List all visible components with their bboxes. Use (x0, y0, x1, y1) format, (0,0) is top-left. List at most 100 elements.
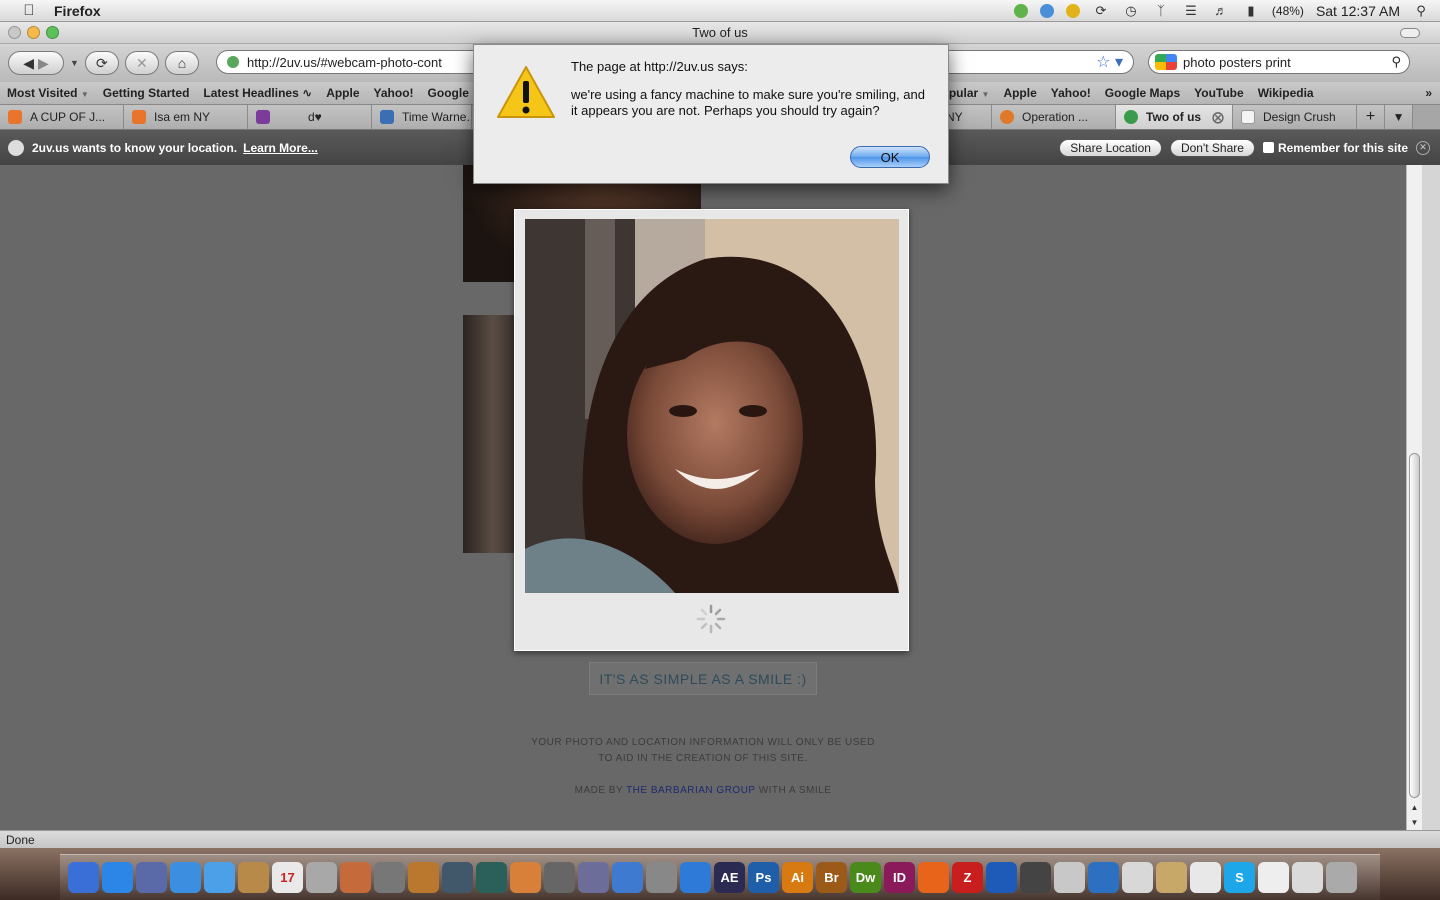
dock-app-icon[interactable] (136, 862, 167, 893)
dock-app-icon[interactable] (306, 862, 337, 893)
battery-icon[interactable]: ▮ (1242, 3, 1260, 19)
back-forward-buttons[interactable]: ◀ ▶ (8, 51, 64, 75)
close-notification-icon[interactable]: ✕ (1416, 140, 1430, 155)
bookmark-most-visited[interactable]: Most Visited ▼ (0, 86, 96, 100)
bookmark-yahoo[interactable]: Yahoo! (367, 86, 421, 100)
wifi-icon[interactable]: ☰ (1182, 3, 1200, 19)
tab-two-of-us[interactable]: Two of us ⨂ (1116, 105, 1233, 129)
learn-more-link[interactable]: Learn More... (243, 141, 318, 155)
dock-app-icon[interactable] (544, 862, 575, 893)
checkbox-icon[interactable] (1262, 142, 1274, 153)
bookmark-wikipedia[interactable]: Wikipedia (1251, 86, 1321, 100)
dock-app-icon[interactable]: Ps (748, 862, 779, 893)
dock-app-icon[interactable] (1054, 862, 1085, 893)
dock-app-icon[interactable] (68, 862, 99, 893)
dock-app-icon[interactable] (374, 862, 405, 893)
bookmark-apple-2[interactable]: Apple (996, 86, 1043, 100)
history-dropdown-icon[interactable]: ▼ (70, 58, 79, 68)
dock-app-icon[interactable] (408, 862, 439, 893)
forward-icon[interactable]: ▶ (38, 55, 49, 72)
dock-app-icon[interactable]: Br (816, 862, 847, 893)
dock-app-icon[interactable] (1020, 862, 1051, 893)
tab-design-crush[interactable]: Design Crush (1233, 105, 1357, 129)
evernote-icon[interactable] (1013, 3, 1028, 18)
dock-app-icon[interactable] (1190, 862, 1221, 893)
adium-icon[interactable] (1065, 3, 1080, 18)
url-text[interactable]: http://2uv.us/#webcam-photo-cont (247, 55, 442, 70)
dock-app-icon[interactable]: Ai (782, 862, 813, 893)
share-location-button[interactable]: Share Location (1059, 138, 1162, 157)
clock[interactable]: Sat 12:37 AM (1316, 3, 1400, 19)
dock-app-icon[interactable] (238, 862, 269, 893)
site-identity-icon[interactable] (227, 56, 239, 68)
dock-app-icon[interactable] (578, 862, 609, 893)
barbarian-group-link[interactable]: THE BARBARIAN GROUP (626, 785, 755, 796)
dock-app-icon[interactable]: S (1224, 862, 1255, 893)
time-machine-icon[interactable]: ◷ (1122, 3, 1140, 19)
sync-icon[interactable]: ⟳ (1092, 3, 1110, 19)
remember-checkbox[interactable]: Remember for this site (1262, 141, 1408, 155)
back-icon[interactable]: ◀ (23, 55, 34, 72)
bookmark-yahoo-2[interactable]: Yahoo! (1044, 86, 1098, 100)
bookmarks-overflow-icon[interactable]: » (1425, 86, 1440, 100)
dock-app-icon[interactable] (1088, 862, 1119, 893)
search-icon[interactable]: ⚲ (1391, 54, 1401, 70)
bookmark-getting-started[interactable]: Getting Started (96, 86, 197, 100)
volume-icon[interactable]: ♬ (1212, 3, 1230, 19)
dock-app-icon[interactable] (170, 862, 201, 893)
tab-list-button[interactable]: ▼ (1385, 105, 1413, 129)
close-tab-icon[interactable]: ⨂ (1212, 110, 1224, 124)
dock-app-icon[interactable] (918, 862, 949, 893)
bookmark-google-maps[interactable]: Google Maps (1098, 86, 1187, 100)
dock-app-icon[interactable] (1326, 862, 1357, 893)
bookmark-latest-headlines[interactable]: Latest Headlines ∿ (196, 86, 319, 100)
dock-app-icon[interactable]: AE (714, 862, 745, 893)
dock-app-icon[interactable] (1258, 862, 1289, 893)
dock-app-icon[interactable]: 17 (272, 862, 303, 893)
google-search-engine-icon[interactable] (1155, 54, 1177, 70)
dock-app-icon[interactable] (476, 862, 507, 893)
dock-app-icon[interactable]: Dw (850, 862, 881, 893)
reload-button[interactable]: ⟳ (84, 51, 119, 75)
dropbox-icon[interactable] (1039, 3, 1054, 18)
scrollbar-thumb[interactable] (1409, 453, 1420, 798)
scroll-up-icon[interactable]: ▲ (1407, 800, 1422, 815)
smile-cta-button[interactable]: IT'S AS SIMPLE AS A SMILE :) (589, 662, 817, 695)
bookmark-star-icon[interactable]: ☆ ▾ (1096, 52, 1123, 72)
dock-app-icon[interactable] (680, 862, 711, 893)
dock-app-icon[interactable] (1122, 862, 1153, 893)
dock-app-icon[interactable] (510, 862, 541, 893)
ok-button[interactable]: OK (850, 146, 930, 168)
apple-menu-icon[interactable]:  (18, 2, 40, 19)
tab-isa-em-ny[interactable]: Isa em NY (124, 105, 248, 129)
dock-app-icon[interactable] (1156, 862, 1187, 893)
scroll-down-icon[interactable]: ▼ (1407, 815, 1422, 830)
dock-app-icon[interactable] (986, 862, 1017, 893)
dock-app-icon[interactable] (102, 862, 133, 893)
search-input[interactable]: photo posters print (1183, 55, 1291, 70)
stop-button[interactable]: ✕ (124, 51, 159, 75)
home-button[interactable]: ⌂ (164, 51, 199, 75)
dock-app-icon[interactable] (612, 862, 643, 893)
app-name-menu[interactable]: Firefox (54, 3, 101, 19)
dont-share-button[interactable]: Don't Share (1169, 138, 1255, 157)
new-tab-button[interactable]: + (1357, 105, 1385, 129)
dock-app-icon[interactable] (646, 862, 677, 893)
vertical-scrollbar[interactable]: ▲ ▼ (1406, 165, 1422, 830)
toolbar-toggle-button[interactable] (1400, 28, 1420, 38)
tab-ny[interactable]: NY (944, 105, 992, 129)
dock-app-icon[interactable] (204, 862, 235, 893)
bookmark-apple[interactable]: Apple (319, 86, 366, 100)
dock-app-icon[interactable]: ID (884, 862, 915, 893)
dock-app-icon[interactable]: Z (952, 862, 983, 893)
tab-cup-of-jo[interactable]: A CUP OF J... (0, 105, 124, 129)
bluetooth-icon[interactable]: ᛉ (1152, 3, 1170, 19)
dock-app-icon[interactable] (340, 862, 371, 893)
dock-app-icon[interactable] (1292, 862, 1323, 893)
dock-app-icon[interactable] (442, 862, 473, 893)
spotlight-icon[interactable]: ⚲ (1412, 3, 1430, 19)
search-bar[interactable]: photo posters print ⚲ (1148, 50, 1410, 74)
scroll-arrows[interactable]: ▲ ▼ (1407, 800, 1422, 830)
tab-operation[interactable]: Operation ... (992, 105, 1116, 129)
tab-dv[interactable]: d♥ (248, 105, 372, 129)
